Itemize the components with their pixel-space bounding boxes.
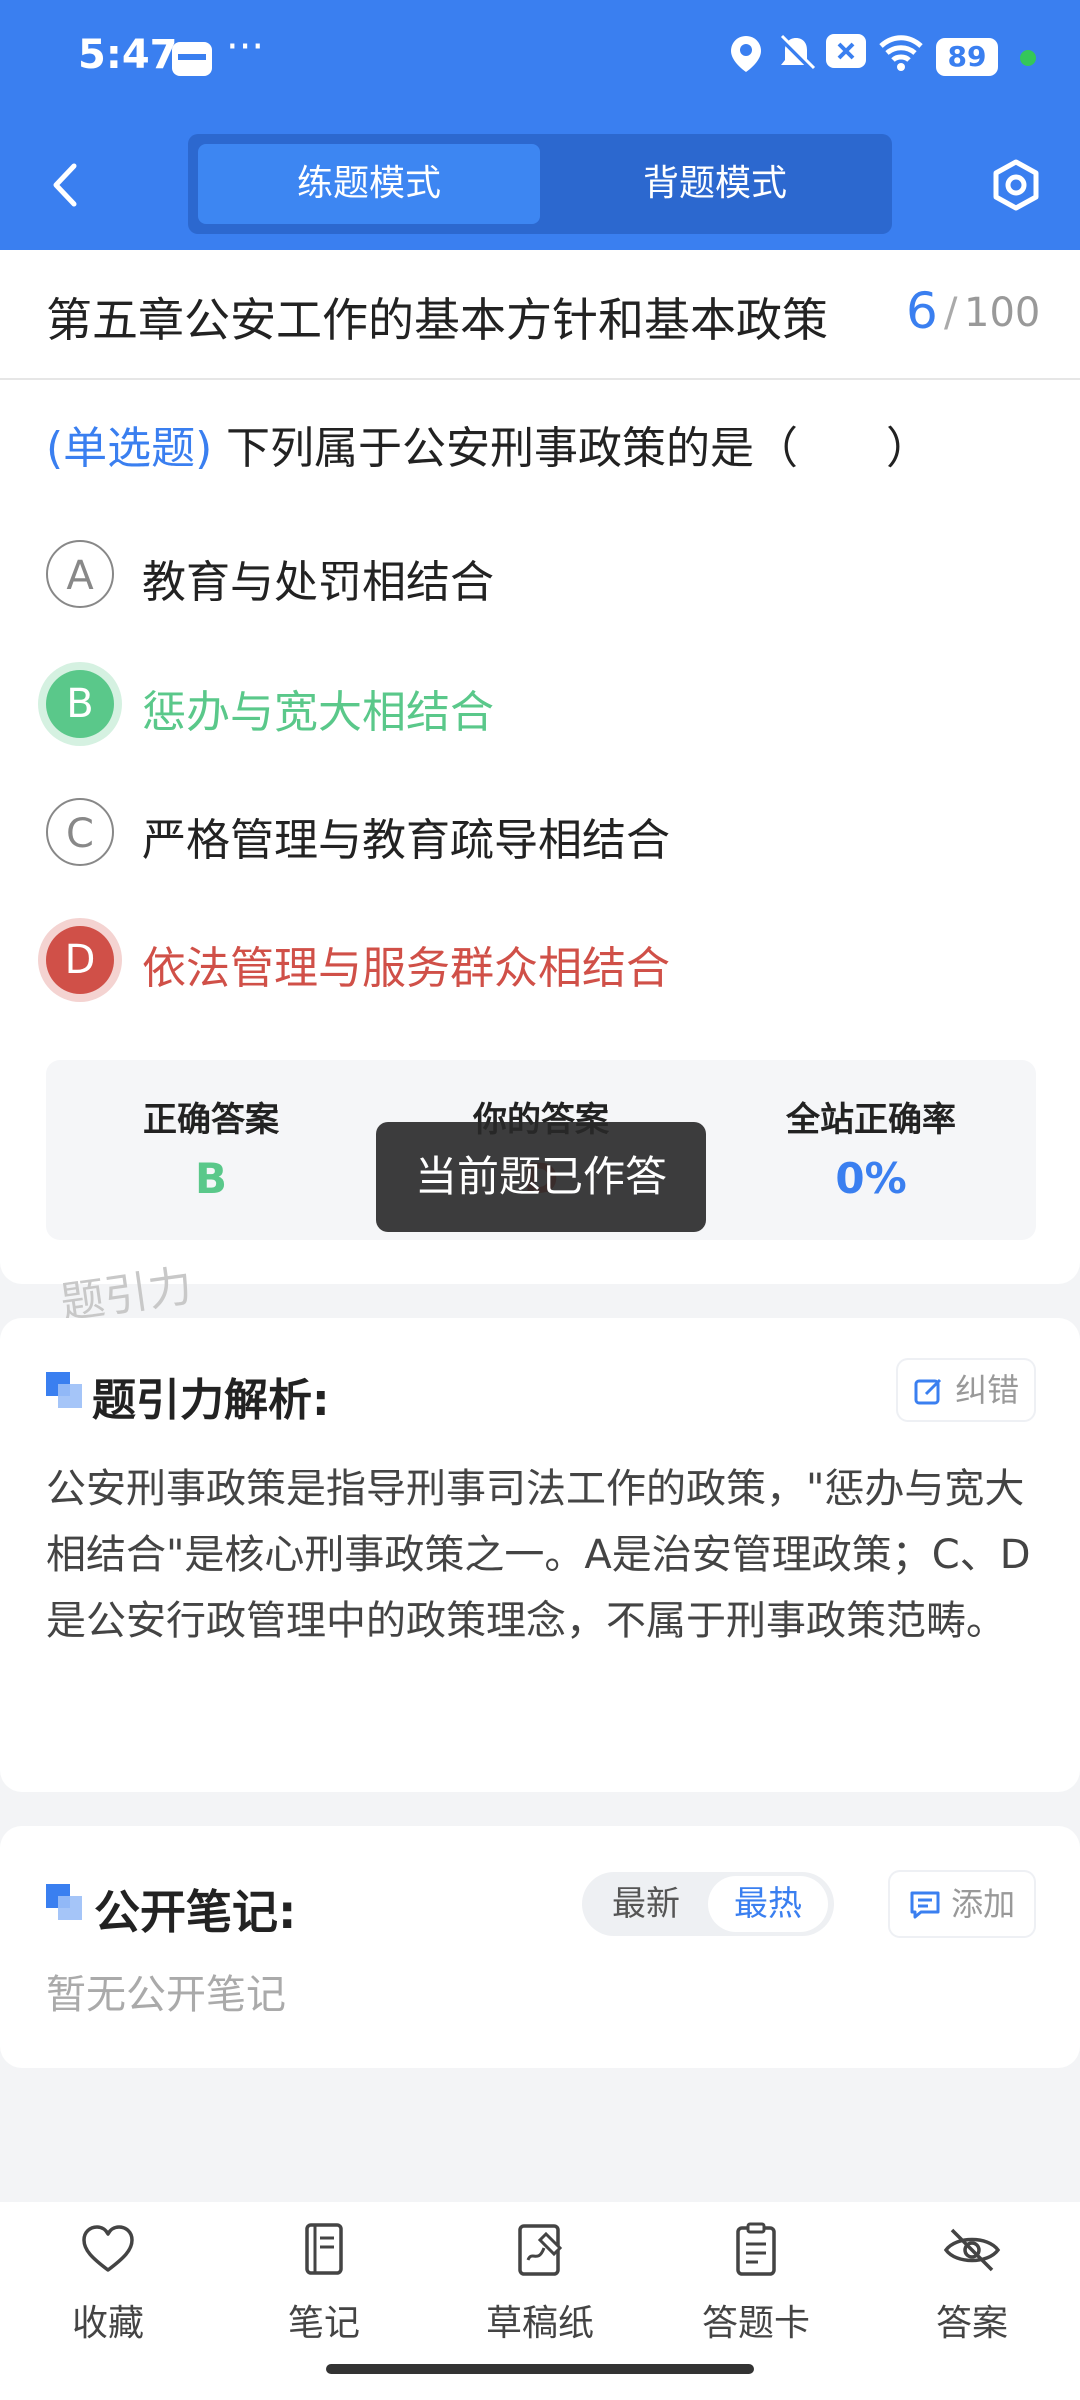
comment-icon <box>910 1891 940 1919</box>
wifi-icon <box>878 34 924 83</box>
wallet-notification-icon <box>172 42 212 76</box>
analysis-text: 公安刑事政策是指导刑事司法工作的政策，"惩办与宽大相结合"是核心刑事政策之一。A… <box>46 1466 1031 1644</box>
option-d-marker[interactable]: D <box>46 926 114 994</box>
privacy-dot <box>1020 50 1036 66</box>
nav-favorite-label: 收藏 <box>71 2303 144 2344</box>
report-error-label: 纠错 <box>955 1371 1020 1409</box>
nav-favorite[interactable]: 收藏 <box>0 2220 216 2350</box>
edit-icon <box>914 1378 941 1405</box>
nav-draft-paper[interactable]: 草稿纸 <box>432 2220 648 2350</box>
section-square-icon <box>46 1372 82 1408</box>
back-button[interactable] <box>40 150 90 220</box>
option-b-text[interactable]: 惩办与宽大相结合 <box>142 676 494 740</box>
option-c-marker[interactable]: C <box>46 798 114 866</box>
option-b-marker[interactable]: B <box>46 670 114 738</box>
correct-answer-value: B <box>194 1154 227 1203</box>
option-a-text[interactable]: 教育与处罚相结合 <box>142 546 494 610</box>
option-c-text[interactable]: 严格管理与教育疏导相结合 <box>142 804 670 868</box>
home-indicator[interactable] <box>326 2364 754 2374</box>
nav-answer-label: 答案 <box>935 2303 1008 2344</box>
report-error-button[interactable]: 纠错 <box>898 1360 1034 1420</box>
section-square-icon <box>46 1884 82 1920</box>
nav-draft-paper-label: 草稿纸 <box>485 2303 594 2344</box>
sort-latest-tab[interactable]: 最新 <box>590 1872 702 1936</box>
question-progress-current: 6 <box>906 282 938 340</box>
close-box-icon <box>826 34 866 77</box>
correct-rate-label: 全站正确率 <box>786 1100 956 1140</box>
notebook-icon <box>305 2223 343 2275</box>
answer-sheet-icon <box>736 2222 776 2276</box>
option-a-marker[interactable]: A <box>46 540 114 608</box>
tab-memorize-mode[interactable]: 背题模式 <box>544 144 886 224</box>
bell-muted-icon <box>776 34 816 83</box>
sort-hot-tab[interactable]: 最热 <box>708 1876 828 1932</box>
draft-paper-icon <box>518 2224 563 2276</box>
notes-card <box>0 1826 1080 2068</box>
question-progress-total: 100 <box>964 290 1041 336</box>
answered-toast: 当前题已作答 <box>376 1122 706 1232</box>
correct-rate-value: 0% <box>835 1154 907 1203</box>
settings-icon[interactable] <box>986 150 1046 220</box>
chapter-title: 第五章公安工作的基本方针和基本政策 <box>46 293 828 347</box>
option-d-text[interactable]: 依法管理与服务群众相结合 <box>142 932 670 996</box>
nav-answer[interactable]: 答案 <box>864 2220 1080 2350</box>
nav-answer-sheet[interactable]: 答题卡 <box>648 2220 864 2350</box>
nav-answer-sheet-label: 答题卡 <box>701 2303 810 2344</box>
battery-indicator: 89 <box>936 38 998 76</box>
notes-empty-text: 暂无公开笔记 <box>46 1972 286 2018</box>
more-notifications-icon: ··· <box>226 24 265 70</box>
add-note-button[interactable]: 添加 <box>890 1872 1034 1936</box>
location-icon <box>728 34 764 83</box>
add-note-label: 添加 <box>951 1885 1016 1923</box>
question-text: 下列属于公安刑事政策的是（ ） <box>226 423 930 474</box>
tab-practice-mode[interactable]: 练题模式 <box>198 144 540 224</box>
question-progress-separator: / <box>944 290 958 336</box>
question-type: (单选题) <box>46 423 213 474</box>
status-time: 5:47 <box>78 32 178 78</box>
nav-notes[interactable]: 笔记 <box>216 2220 432 2350</box>
analysis-title: 题引力解析: <box>92 1375 330 1426</box>
heart-icon <box>82 2225 134 2272</box>
nav-notes-label: 笔记 <box>287 2303 360 2344</box>
notes-title: 公开笔记: <box>94 1885 297 1939</box>
eye-off-icon <box>943 2228 1001 2272</box>
correct-answer-label: 正确答案 <box>143 1100 279 1140</box>
